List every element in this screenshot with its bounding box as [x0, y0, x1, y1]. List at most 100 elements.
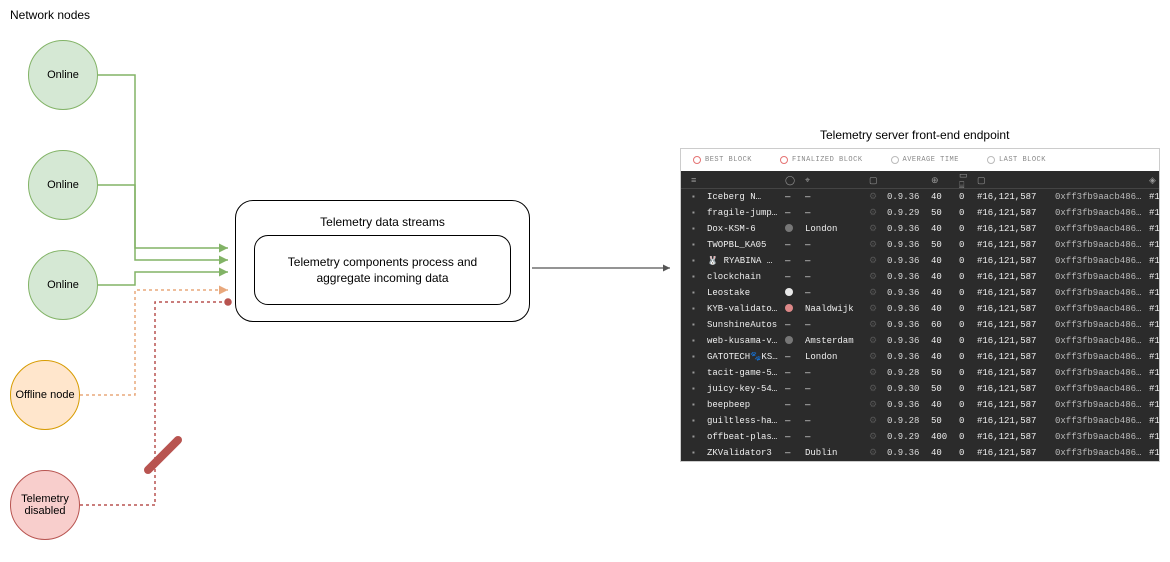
version: 0.9.36 [887, 400, 927, 410]
version: 0.9.36 [887, 320, 927, 330]
status-dot: — [785, 240, 801, 250]
txs: 0 [959, 368, 973, 378]
network-nodes-label: Network nodes [10, 8, 90, 22]
node-disabled: Telemetry disabled [10, 470, 80, 540]
table-row: ▪offbeat-plas…——⚙0.9.294000#16,121,5870x… [681, 429, 1159, 445]
telemetry-rows: ▪Iceberg N…——⚙0.9.36400#16,121,5870xff3f… [681, 189, 1159, 461]
block-height: #16,121,587 [977, 304, 1051, 314]
block-hash: 0xff3fb9aacb486… [1055, 272, 1145, 282]
location: Dublin [805, 448, 865, 458]
header-finalized-block: FINALIZED BLOCK [780, 156, 863, 164]
streams-inner-box: Telemetry components process and aggrega… [254, 235, 511, 305]
location: — [805, 192, 865, 202]
gear-icon: ⚙ [869, 192, 883, 202]
row-icon: ▪ [691, 449, 703, 458]
status-dot: — [785, 256, 801, 266]
txs: 0 [959, 288, 973, 298]
location: — [805, 208, 865, 218]
block-hash: 0xff3fb9aacb486… [1055, 432, 1145, 442]
status-dot [785, 288, 801, 299]
location: Naaldwijk [805, 304, 865, 314]
finalized-height: #16,121,583 [1149, 320, 1159, 330]
version: 0.9.36 [887, 272, 927, 282]
table-row: ▪web-kusama-v…Amsterdam⚙0.9.36400#16,121… [681, 333, 1159, 349]
status-dot [785, 224, 801, 235]
gear-icon: ⚙ [869, 400, 883, 410]
node-label: Online [47, 69, 79, 81]
node-online-2: Online [28, 150, 98, 220]
node-name: ZKValidator3 [707, 448, 781, 458]
location: — [805, 368, 865, 378]
row-icon: ▪ [691, 193, 703, 202]
location: — [805, 240, 865, 250]
status-dot: — [785, 368, 801, 378]
block-hash: 0xff3fb9aacb486… [1055, 240, 1145, 250]
row-icon: ▪ [691, 289, 703, 298]
version: 0.9.36 [887, 256, 927, 266]
table-row: ▪guiltless-ha…——⚙0.9.28500#16,121,5870xf… [681, 413, 1159, 429]
txs: 0 [959, 400, 973, 410]
version: 0.9.28 [887, 416, 927, 426]
peers: 50 [931, 208, 955, 218]
peers: 50 [931, 384, 955, 394]
table-row: ▪KYB-validato…Naaldwijk⚙0.9.36400#16,121… [681, 301, 1159, 317]
row-icon: ▪ [691, 353, 703, 362]
peers-icon: ⊕ [931, 176, 955, 186]
table-row: ▪Leostake—⚙0.9.36400#16,121,5870xff3fb9a… [681, 285, 1159, 301]
block-height: #16,121,587 [977, 240, 1051, 250]
block-height: #16,121,587 [977, 368, 1051, 378]
row-icon: ▪ [691, 401, 703, 410]
version: 0.9.29 [887, 208, 927, 218]
table-row: ▪juicy-key-54…——⚙0.9.30500#16,121,5870xf… [681, 381, 1159, 397]
finalized-height: #16,121,583 [1149, 432, 1159, 442]
version: 0.9.36 [887, 304, 927, 314]
node-label: Telemetry disabled [11, 493, 79, 517]
block-hash: 0xff3fb9aacb486… [1055, 256, 1145, 266]
table-row: ▪Dox-KSM-6London⚙0.9.36400#16,121,5870xf… [681, 221, 1159, 237]
node-online-3: Online [28, 250, 98, 320]
node-name: offbeat-plas… [707, 432, 781, 442]
dot-icon [693, 156, 701, 164]
txs: 0 [959, 352, 973, 362]
block-hash: 0xff3fb9aacb486… [1055, 304, 1145, 314]
version: 0.9.36 [887, 336, 927, 346]
location: London [805, 224, 865, 234]
txs: 0 [959, 272, 973, 282]
location: Amsterdam [805, 336, 865, 346]
gear-icon: ⚙ [869, 384, 883, 394]
location: — [805, 416, 865, 426]
dot-icon [987, 156, 995, 164]
package-icon: ▢ [869, 176, 883, 186]
table-row: ▪Iceberg N…——⚙0.9.36400#16,121,5870xff3f… [681, 189, 1159, 205]
table-row: ▪clockchain——⚙0.9.36400#16,121,5870xff3f… [681, 269, 1159, 285]
location: — [805, 400, 865, 410]
gear-icon: ⚙ [869, 448, 883, 458]
table-row: ▪SunshineAutos——⚙0.9.36600#16,121,5870xf… [681, 317, 1159, 333]
dot-icon [780, 156, 788, 164]
block-hash: 0xff3fb9aacb486… [1055, 416, 1145, 426]
version: 0.9.36 [887, 240, 927, 250]
block-height: #16,121,587 [977, 256, 1051, 266]
server-title-label: Telemetry server front-end endpoint [820, 128, 1009, 142]
block-hash: 0xff3fb9aacb486… [1055, 400, 1145, 410]
status-dot: — [785, 320, 801, 330]
location-icon: ⌖ [805, 176, 865, 186]
row-icon: ▪ [691, 209, 703, 218]
finalized-height: #16,121,583 [1149, 224, 1159, 234]
status-dot: — [785, 192, 801, 202]
node-name: juicy-key-54… [707, 384, 781, 394]
gear-icon: ⚙ [869, 432, 883, 442]
block-icon: ▢ [977, 176, 1051, 186]
peers: 60 [931, 320, 955, 330]
status-dot: — [785, 432, 801, 442]
row-icon: ▪ [691, 241, 703, 250]
block-hash: 0xff3fb9aacb486… [1055, 288, 1145, 298]
finalized-height: #16,121,583 [1149, 384, 1159, 394]
block-height: #16,121,587 [977, 448, 1051, 458]
peers: 40 [931, 448, 955, 458]
txs: 0 [959, 208, 973, 218]
txs: 0 [959, 320, 973, 330]
table-row: ▪🐰 RYABINA …——⚙0.9.36400#16,121,5870xff3… [681, 253, 1159, 269]
peers: 40 [931, 272, 955, 282]
peers: 50 [931, 416, 955, 426]
